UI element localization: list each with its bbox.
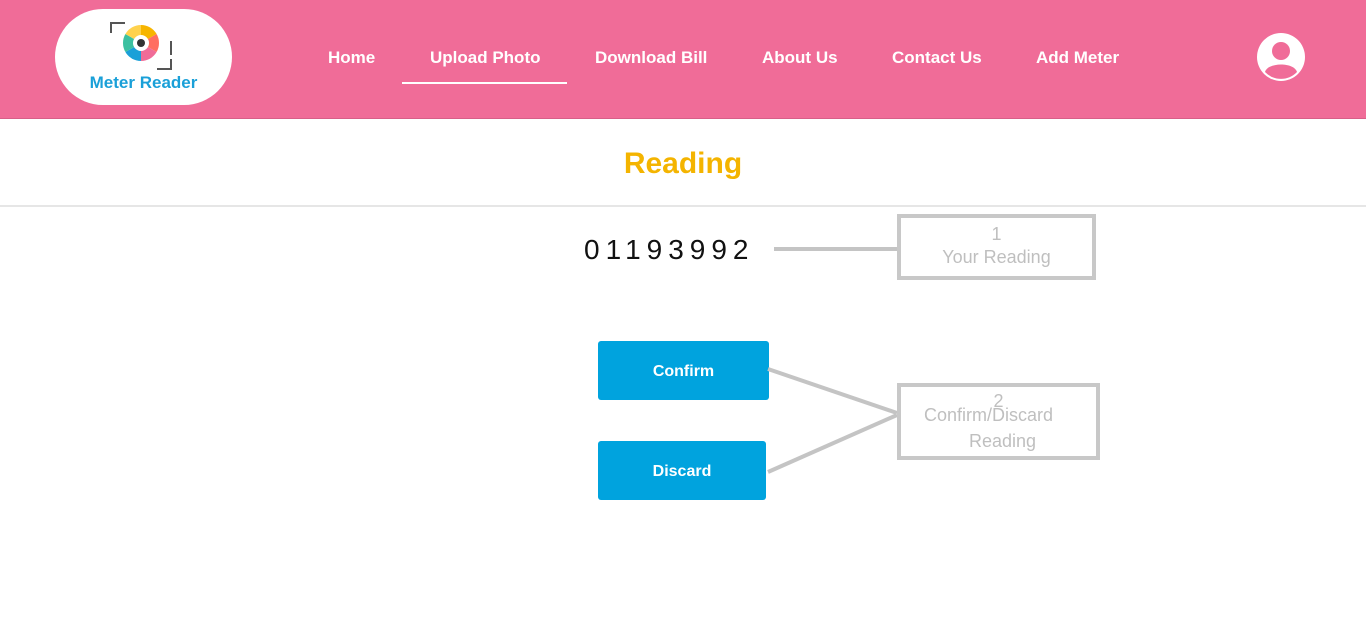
logo-text: Meter Reader (89, 73, 198, 92)
camera-aperture-icon (110, 22, 172, 70)
nav-add-meter[interactable]: Add Meter (1036, 48, 1119, 68)
nav-download-bill[interactable]: Download Bill (595, 48, 707, 68)
discard-button[interactable]: Discard (598, 441, 766, 500)
callout-text-line2: Reading (968, 431, 1037, 451)
page-title: Reading (623, 147, 743, 180)
nav-contact-us[interactable]: Contact Us (892, 48, 982, 68)
nav-home[interactable]: Home (328, 48, 375, 68)
user-avatar-icon[interactable] (1256, 32, 1306, 82)
callout-your-reading: 1 Your Reading (897, 214, 1096, 280)
nav-upload-photo[interactable]: Upload Photo (430, 48, 540, 68)
logo[interactable]: Meter Reader (55, 9, 232, 105)
confirm-button[interactable]: Confirm (598, 341, 769, 400)
meter-reading-value: 01193992 (584, 234, 755, 265)
callout-text: Your Reading (942, 247, 1051, 267)
callout-number: 1 (991, 224, 1002, 244)
title-bar: Reading (0, 119, 1366, 207)
callout-text-line1: Confirm/Discard (923, 405, 1054, 425)
top-header: Meter Reader Home Upload Photo Download … (0, 0, 1366, 119)
nav-active-indicator (402, 82, 567, 84)
callout-confirm-discard: 2 Confirm/Discard Reading (897, 383, 1100, 460)
nav-about-us[interactable]: About Us (762, 48, 838, 68)
